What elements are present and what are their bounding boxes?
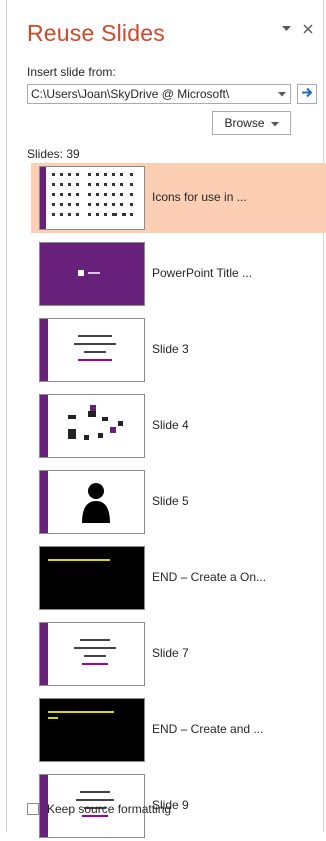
chevron-down-icon[interactable] <box>273 85 290 103</box>
chevron-down-icon[interactable] <box>279 22 293 36</box>
insert-slide-from-label: Insert slide from: <box>27 65 116 79</box>
slide-item-5[interactable]: Slide 5 <box>31 467 326 537</box>
slides-count: Slides: 39 <box>27 147 80 161</box>
chevron-down-icon <box>270 116 279 130</box>
slide-thumbnail <box>39 318 145 382</box>
slide-thumbnail <box>39 394 145 458</box>
insert-source-path[interactable]: C:\Users\Joan\SkyDrive @ Microsoft\ <box>28 87 273 101</box>
browse-button[interactable]: Browse <box>212 111 291 135</box>
slide-item-label: END – Create and ... <box>152 722 264 736</box>
slide-item-4[interactable]: Slide 4 <box>31 391 326 461</box>
slide-thumbnail <box>39 470 145 534</box>
slide-thumbnail <box>39 698 145 762</box>
arrow-right-icon <box>301 85 313 103</box>
pane-title-tools <box>279 22 315 36</box>
close-icon[interactable] <box>301 22 315 36</box>
slide-item-label: Slide 7 <box>152 646 189 660</box>
slide-item-3[interactable]: Slide 3 <box>31 315 326 385</box>
slide-thumbnail <box>39 242 145 306</box>
pane-title: Reuse Slides <box>27 20 165 46</box>
slide-item-label: Icons for use in ... <box>152 190 247 204</box>
keep-source-formatting-label: Keep source formatting <box>47 802 172 816</box>
slide-thumbnail <box>39 166 145 230</box>
slide-item-8[interactable]: END – Create and ... <box>31 695 326 765</box>
browse-button-label: Browse <box>224 116 265 130</box>
keep-source-formatting-checkbox[interactable] <box>27 803 39 815</box>
slide-item-7[interactable]: Slide 7 <box>31 619 326 689</box>
slide-item-6[interactable]: END – Create a On... <box>31 543 326 613</box>
slide-thumbnail <box>39 546 145 610</box>
slide-item-label: PowerPoint Title ... <box>152 266 253 280</box>
insert-source-combobox[interactable]: C:\Users\Joan\SkyDrive @ Microsoft\ <box>27 84 291 104</box>
reuse-slides-pane: Reuse Slides Insert slide from: C:\Users… <box>6 0 326 838</box>
slide-item-label: END – Create a On... <box>152 570 267 584</box>
slide-item-1[interactable]: Icons for use in ... <box>31 163 326 233</box>
keep-source-formatting-row[interactable]: Keep source formatting <box>27 802 171 816</box>
slide-item-label: Slide 4 <box>152 418 189 432</box>
slide-item-label: Slide 3 <box>152 342 189 356</box>
slide-thumbnail <box>39 622 145 686</box>
slide-item-2[interactable]: PowerPoint Title ... <box>31 239 326 309</box>
slide-item-label: Slide 5 <box>152 494 189 508</box>
go-arrow-button[interactable] <box>297 84 317 104</box>
